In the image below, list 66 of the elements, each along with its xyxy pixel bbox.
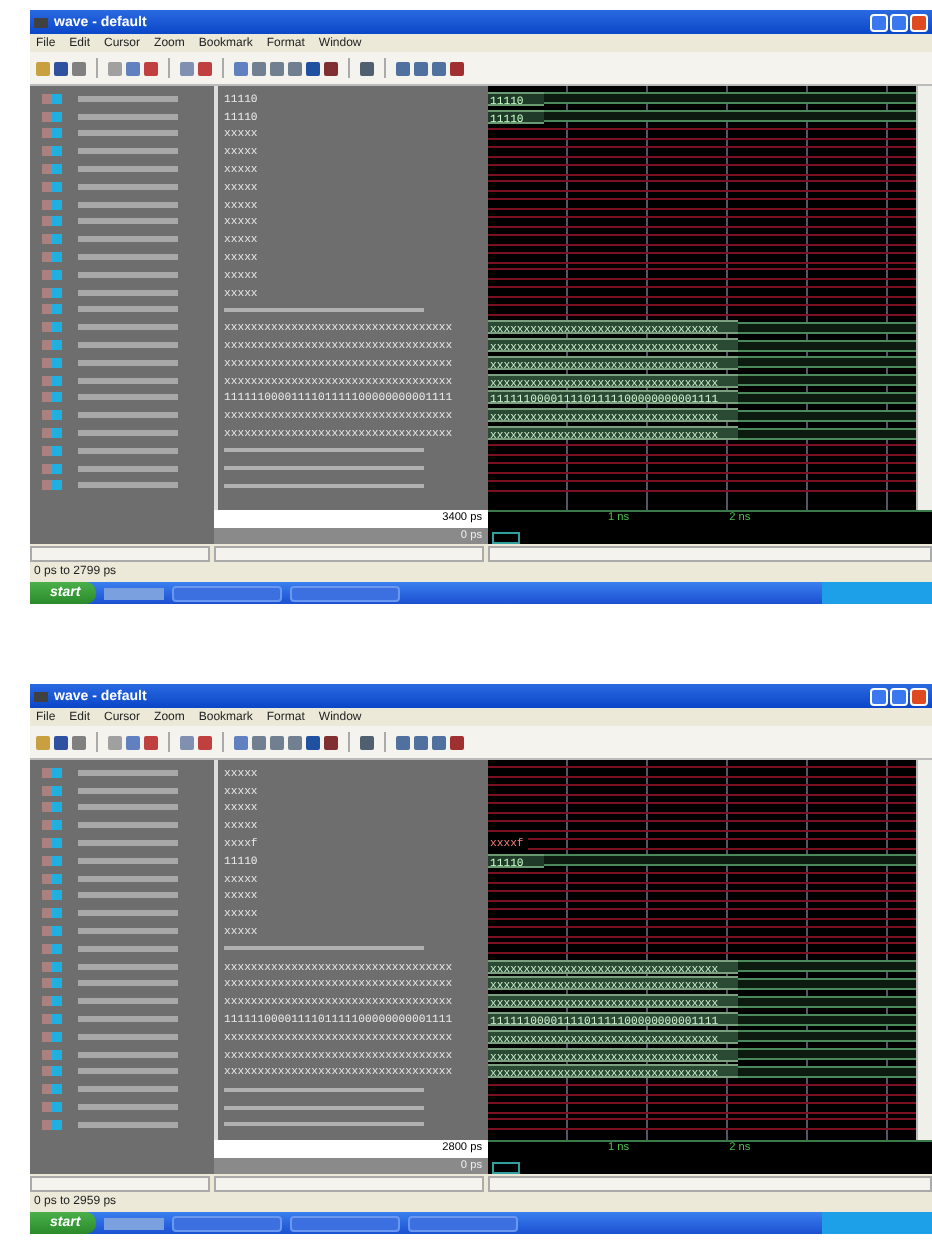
system-tray <box>822 582 932 604</box>
signal-name-bar <box>78 822 178 829</box>
signal-name-bar <box>78 1068 178 1075</box>
signal-name-bar <box>78 465 178 472</box>
signal-name-bar <box>78 875 178 882</box>
signal-name-bar <box>78 166 178 173</box>
cursor-marker <box>492 1162 520 1174</box>
vertical-scrollbar[interactable] <box>916 86 932 510</box>
horizontal-scrollbar[interactable] <box>488 1176 932 1192</box>
signal-name-bar <box>78 998 178 1005</box>
toolbar-icon[interactable] <box>360 61 374 75</box>
signal-name-bar <box>78 201 178 208</box>
signal-name-bar <box>78 306 178 313</box>
signal-name-bar <box>78 1033 178 1040</box>
horizontal-scrollbar[interactable] <box>30 1176 210 1192</box>
signal-name-bar <box>78 910 178 917</box>
signal-name-bar <box>78 430 178 437</box>
signal-name-bar <box>78 804 178 811</box>
signal-name-bar <box>78 980 178 987</box>
signal-name-bar <box>78 1121 178 1128</box>
close-icon[interactable] <box>910 13 928 31</box>
signal-name-bar <box>78 769 178 776</box>
system-tray <box>822 1212 932 1234</box>
horizontal-scrollbar[interactable] <box>214 1176 484 1192</box>
signal-name-bar <box>78 113 178 120</box>
signal-name-bar <box>78 787 178 794</box>
signal-name-bar <box>78 183 178 190</box>
signal-name-bar <box>78 1104 178 1111</box>
window-icon <box>34 691 48 701</box>
signal-name-bar <box>78 945 178 952</box>
signal-name-bar <box>78 236 178 243</box>
horizontal-scrollbar[interactable] <box>214 546 484 562</box>
signal-name-bar <box>78 394 178 401</box>
maximize-icon[interactable] <box>890 687 908 705</box>
signal-name-bar <box>78 857 178 864</box>
close-icon[interactable] <box>910 687 928 705</box>
signal-name-bar <box>78 412 178 419</box>
signal-name-bar <box>78 324 178 331</box>
signal-name-bar <box>78 1016 178 1023</box>
signal-name-bar <box>78 218 178 225</box>
signal-name-bar <box>78 289 178 296</box>
minimize-icon[interactable] <box>870 687 888 705</box>
signal-name-bar <box>78 130 178 137</box>
signal-name-bar <box>78 95 178 102</box>
signal-name-bar <box>78 840 178 847</box>
signal-name-bar <box>78 1086 178 1093</box>
signal-name-bar <box>78 892 178 899</box>
signal-name-bar <box>78 342 178 349</box>
signal-name-bar <box>78 1051 178 1058</box>
toolbar-icon[interactable] <box>360 735 374 749</box>
minimize-icon[interactable] <box>870 13 888 31</box>
signal-name-bar <box>78 447 178 454</box>
window-icon <box>34 17 48 27</box>
signal-name-bar <box>78 271 178 278</box>
cursor-marker <box>492 532 520 544</box>
signal-name-bar <box>78 963 178 970</box>
horizontal-scrollbar[interactable] <box>488 546 932 562</box>
maximize-icon[interactable] <box>890 13 908 31</box>
signal-name-bar <box>78 359 178 366</box>
vertical-scrollbar[interactable] <box>916 760 932 1140</box>
signal-name-bar <box>78 148 178 155</box>
signal-name-bar <box>78 377 178 384</box>
signal-name-bar <box>78 928 178 935</box>
horizontal-scrollbar[interactable] <box>30 546 210 562</box>
signal-name-bar <box>78 482 178 489</box>
signal-name-bar <box>78 254 178 261</box>
